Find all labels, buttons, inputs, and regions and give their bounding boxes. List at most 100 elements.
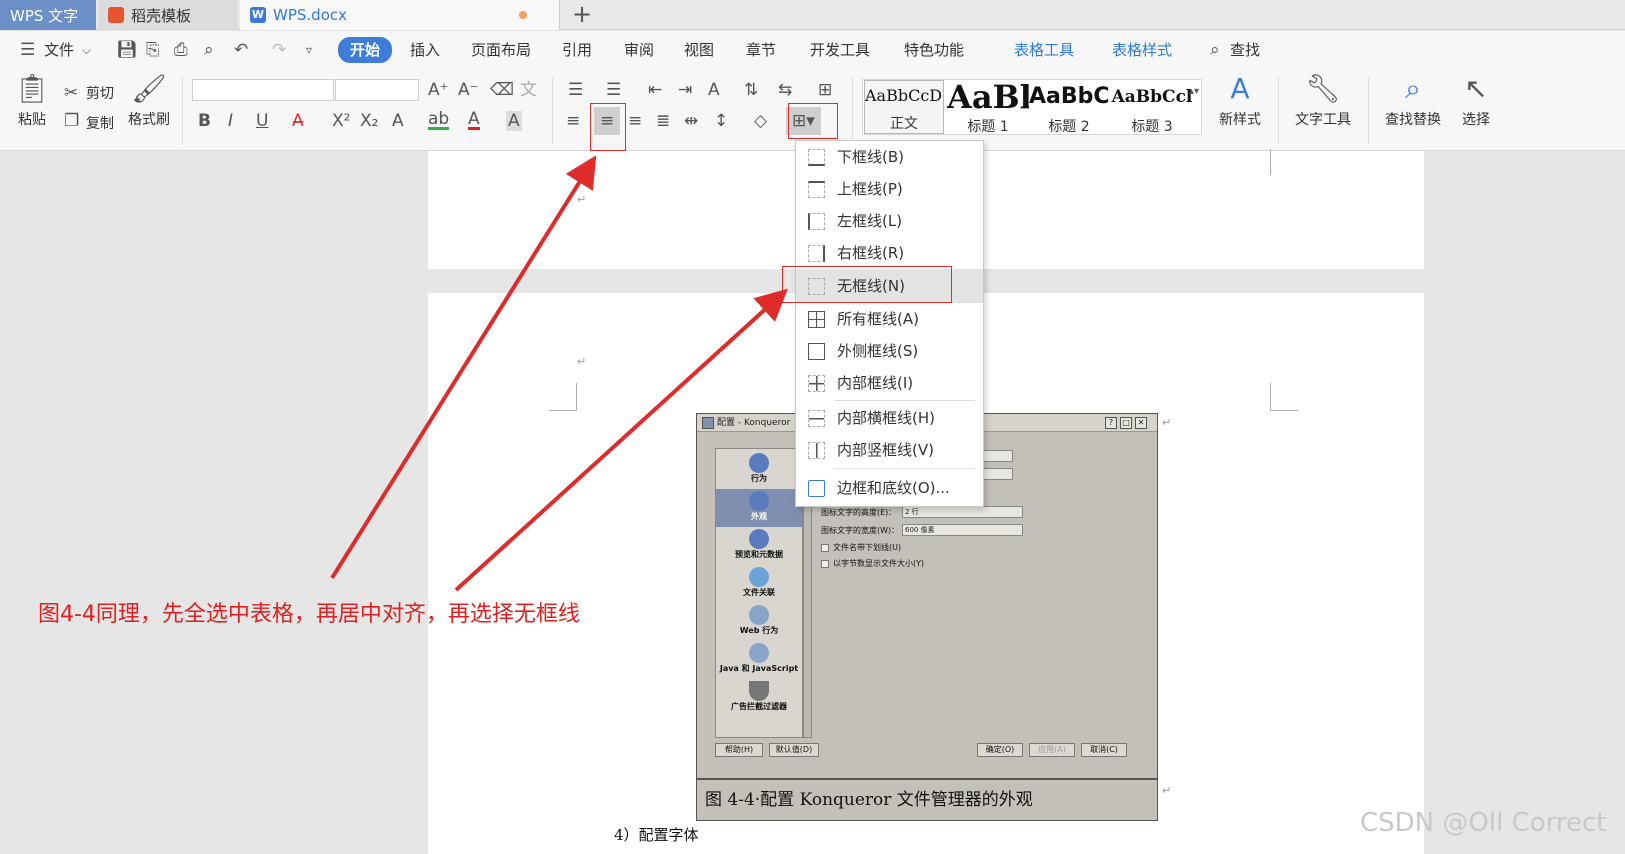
table-icon[interactable]: ⊞	[818, 80, 832, 100]
figure-caption[interactable]: 图 4-4·配置 Konqueror 文件管理器的外观	[696, 779, 1158, 821]
menu-special-features[interactable]: 特色功能	[904, 31, 964, 69]
menu-table-style[interactable]: 表格样式	[1112, 31, 1172, 69]
export-pdf-icon[interactable]: ⎘	[146, 40, 160, 60]
show-hide-marks-icon[interactable]: ⇆	[778, 80, 792, 100]
konqueror-label: 图标文字的高度(E)：	[821, 508, 897, 517]
text-effect-icon[interactable]: A	[392, 111, 404, 131]
konqueror-checkbox	[821, 560, 829, 568]
filter-icon	[749, 681, 769, 701]
redo-icon[interactable]: ↷	[272, 40, 286, 60]
menu-developer[interactable]: 开发工具	[810, 31, 870, 69]
format-painter-button[interactable]: 🖌︎ 格式刷	[124, 71, 174, 129]
cut-icon[interactable]: ✂	[64, 83, 78, 103]
font-size-select[interactable]	[335, 79, 419, 101]
chinese-layout-icon[interactable]: A	[708, 80, 720, 100]
menu-item-bottom-border[interactable]: 下框线(B)	[796, 141, 983, 173]
menu-start[interactable]: 开始	[338, 37, 393, 63]
superscript-icon[interactable]: X²	[332, 111, 350, 131]
find-replace-button[interactable]: ⌕ 查找替换	[1378, 71, 1448, 129]
new-tab-button[interactable]: +	[572, 0, 592, 30]
menu-file[interactable]: 文件	[44, 31, 74, 69]
justify-icon[interactable]: ≣	[656, 111, 670, 131]
copy-icon[interactable]: ❐	[64, 111, 79, 131]
style-gallery-expand-icon[interactable]: ▴▾	[1189, 82, 1199, 102]
konqueror-label: 文件名带下划线(U)	[833, 543, 902, 552]
crop-mark	[549, 383, 577, 411]
menu-search[interactable]: 查找	[1230, 31, 1260, 69]
new-style-button[interactable]: A 新样式	[1212, 71, 1268, 129]
underline-icon[interactable]: U	[256, 111, 268, 131]
line-spacing-icon[interactable]: ↕	[714, 111, 728, 131]
highlight-box-borders-button	[788, 103, 838, 139]
top-border-icon	[808, 181, 825, 198]
bold-icon[interactable]: B	[198, 111, 211, 131]
increase-indent-icon[interactable]: ⇥	[678, 80, 692, 100]
highlight-icon[interactable]: ab	[428, 111, 450, 130]
konqueror-side-item: 预览和元数据	[716, 529, 802, 563]
char-shading-icon[interactable]: A	[506, 111, 522, 131]
numbered-list-icon[interactable]: ☰	[606, 80, 621, 100]
style-normal[interactable]: AaBbCcDd 正文	[864, 80, 944, 134]
search-icon[interactable]: ⌕	[1210, 40, 1220, 60]
undo-icon[interactable]: ↶	[234, 40, 248, 60]
tab-daoke-templates[interactable]: 稻壳模板	[98, 0, 238, 30]
shading-icon[interactable]: ◇	[754, 111, 767, 131]
konqueror-ok-button: 确定(O)	[977, 743, 1023, 757]
menu-table-tools[interactable]: 表格工具	[1014, 31, 1074, 69]
strikethrough-icon[interactable]: A̶	[292, 111, 304, 131]
menu-page-layout[interactable]: 页面布局	[471, 31, 531, 69]
select-label: 选择	[1462, 112, 1490, 128]
clear-format-icon[interactable]: ⌫	[490, 80, 514, 100]
tab-document[interactable]: W WPS.docx	[240, 0, 560, 30]
bullet-list-icon[interactable]: ☰	[568, 80, 583, 100]
style-heading-3[interactable]: AaBbCcl 标题 3	[1111, 80, 1193, 135]
new-style-label: 新样式	[1219, 112, 1261, 128]
font-color-icon[interactable]: A	[468, 111, 480, 130]
menu-item-left-border[interactable]: 左框线(L)	[796, 205, 983, 237]
menu-item-top-border[interactable]: 上框线(P)	[796, 173, 983, 205]
font-name-select[interactable]	[192, 79, 334, 101]
cut-button[interactable]: 剪切	[86, 83, 114, 103]
menu-item-inside-horizontal-border[interactable]: 内部横框线(H)	[796, 402, 983, 434]
copy-button[interactable]: 复制	[86, 113, 114, 133]
menu-references[interactable]: 引用	[562, 31, 592, 69]
sort-icon[interactable]: ⇅	[744, 80, 758, 100]
phonetic-guide-icon[interactable]: 文	[520, 80, 537, 100]
menu-item-all-borders[interactable]: 所有框线(A)	[796, 303, 983, 335]
grow-font-icon[interactable]: A⁺	[428, 80, 449, 100]
menu-review[interactable]: 审阅	[624, 31, 654, 69]
menu-insert[interactable]: 插入	[410, 31, 440, 69]
paragraph-mark: ↵	[577, 193, 587, 206]
konqueror-input: 600 像素	[902, 524, 1023, 536]
section-heading[interactable]: 4）配置字体	[614, 824, 699, 845]
menu-item-outside-borders[interactable]: 外侧框线(S)	[796, 335, 983, 367]
style-name: 标题 1	[967, 119, 1009, 135]
style-heading-1[interactable]: AaBl 标题 1	[947, 80, 1029, 135]
style-heading-2[interactable]: AaBbC 标题 2	[1029, 80, 1109, 135]
menu-item-inside-borders[interactable]: 内部框线(I)	[796, 367, 983, 399]
menu-chapter[interactable]: 章节	[746, 31, 776, 69]
print-preview-icon[interactable]: ⌕	[204, 40, 214, 60]
subscript-icon[interactable]: X₂	[360, 111, 378, 131]
menu-item-borders-and-shading[interactable]: 边框和底纹(O)...	[796, 470, 983, 506]
paste-button[interactable]: 📋︎ 粘贴	[12, 71, 52, 129]
style-preview: AaBbC	[1029, 84, 1109, 109]
distributed-align-icon[interactable]: ⇹	[684, 111, 698, 131]
align-right-icon[interactable]: ≡	[628, 111, 642, 131]
tab-wps-writer[interactable]: WPS 文字	[0, 0, 96, 30]
print-icon[interactable]: ⎙	[174, 40, 188, 60]
save-icon[interactable]: 💾︎	[116, 40, 138, 60]
text-tools-button[interactable]: 🔧︎ 文字工具	[1288, 71, 1358, 129]
decrease-indent-icon[interactable]: ⇤	[648, 80, 662, 100]
menu-item-right-border[interactable]: 右框线(R)	[796, 237, 983, 269]
menu-item-inside-vertical-border[interactable]: 内部竖框线(V)	[796, 434, 983, 466]
customize-quick-access-icon[interactable]: ▿	[306, 40, 312, 60]
align-left-icon[interactable]: ≡	[566, 111, 580, 131]
select-button[interactable]: ↖ 选择	[1454, 71, 1498, 129]
shrink-font-icon[interactable]: A⁻	[458, 80, 479, 100]
italic-icon[interactable]: I	[228, 111, 233, 131]
chevron-down-icon[interactable]: ⌵	[82, 40, 91, 60]
menu-view[interactable]: 视图	[684, 31, 714, 69]
konqueror-input: 2 行	[902, 506, 1023, 518]
hamburger-icon[interactable]: ☰	[20, 40, 35, 60]
